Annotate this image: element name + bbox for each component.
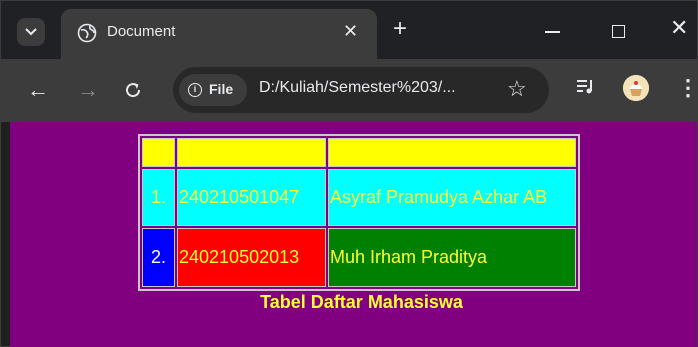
- toolbar: ← → i File D:/Kuliah/Semester%203/... ☆: [1, 59, 698, 122]
- chevron-down-icon: [25, 28, 37, 36]
- table-caption: Tabel Daftar Mahasiswa: [260, 292, 463, 312]
- cell-no: 1.: [142, 169, 175, 226]
- plus-icon[interactable]: +: [393, 15, 407, 43]
- header-cell: [142, 138, 175, 167]
- tab-title: Document: [107, 23, 176, 40]
- reload-icon[interactable]: [124, 81, 142, 99]
- globe-icon: [77, 23, 97, 43]
- site-chip-label: File: [209, 81, 234, 97]
- back-arrow-icon[interactable]: ←: [27, 77, 49, 103]
- reading-list-icon[interactable]: [577, 79, 595, 95]
- cell-nama: Muh Irham Praditya: [328, 228, 576, 287]
- table-row: 2. 240210502013 Muh Irham Praditya: [142, 228, 576, 287]
- cell-no: 2.: [142, 228, 175, 287]
- header-cell: [328, 138, 576, 167]
- student-table: 1. 240210501047 Asyraf Pramudya Azhar AB…: [138, 134, 580, 291]
- menu-dots-icon[interactable]: ⋮: [677, 75, 698, 101]
- address-bar[interactable]: i File D:/Kuliah/Semester%203/... ☆: [173, 67, 549, 113]
- tab-strip: Document ✕ + ✕: [1, 1, 697, 59]
- table-row: 1. 240210501047 Asyraf Pramudya Azhar AB: [142, 169, 576, 226]
- url-text: D:/Kuliah/Semester%203/...: [259, 79, 456, 96]
- cupcake-icon: [623, 75, 649, 101]
- window-close-icon[interactable]: ✕: [670, 15, 688, 41]
- forward-arrow-icon[interactable]: →: [77, 77, 99, 103]
- browser-window: Document ✕ + ✕ ← → i File D:/Kuliah/Seme…: [0, 0, 698, 347]
- cell-nama: Asyraf Pramudya Azhar AB: [328, 169, 576, 226]
- cell-nim: 240210502013: [177, 228, 326, 287]
- minimize-icon[interactable]: [545, 31, 560, 33]
- star-icon[interactable]: ☆: [507, 76, 527, 102]
- close-icon[interactable]: ✕: [343, 21, 358, 42]
- table-header-row: [142, 138, 576, 167]
- header-cell: [177, 138, 326, 167]
- tab-search-button[interactable]: [17, 18, 45, 46]
- profile-avatar[interactable]: [623, 75, 649, 101]
- tab-document[interactable]: Document ✕: [61, 9, 377, 59]
- info-icon: i: [188, 83, 202, 97]
- page-content: 1. 240210501047 Asyraf Pramudya Azhar AB…: [10, 122, 697, 347]
- cell-nim: 240210501047: [177, 169, 326, 226]
- site-info-chip[interactable]: i File: [179, 74, 247, 106]
- maximize-icon[interactable]: [612, 25, 625, 38]
